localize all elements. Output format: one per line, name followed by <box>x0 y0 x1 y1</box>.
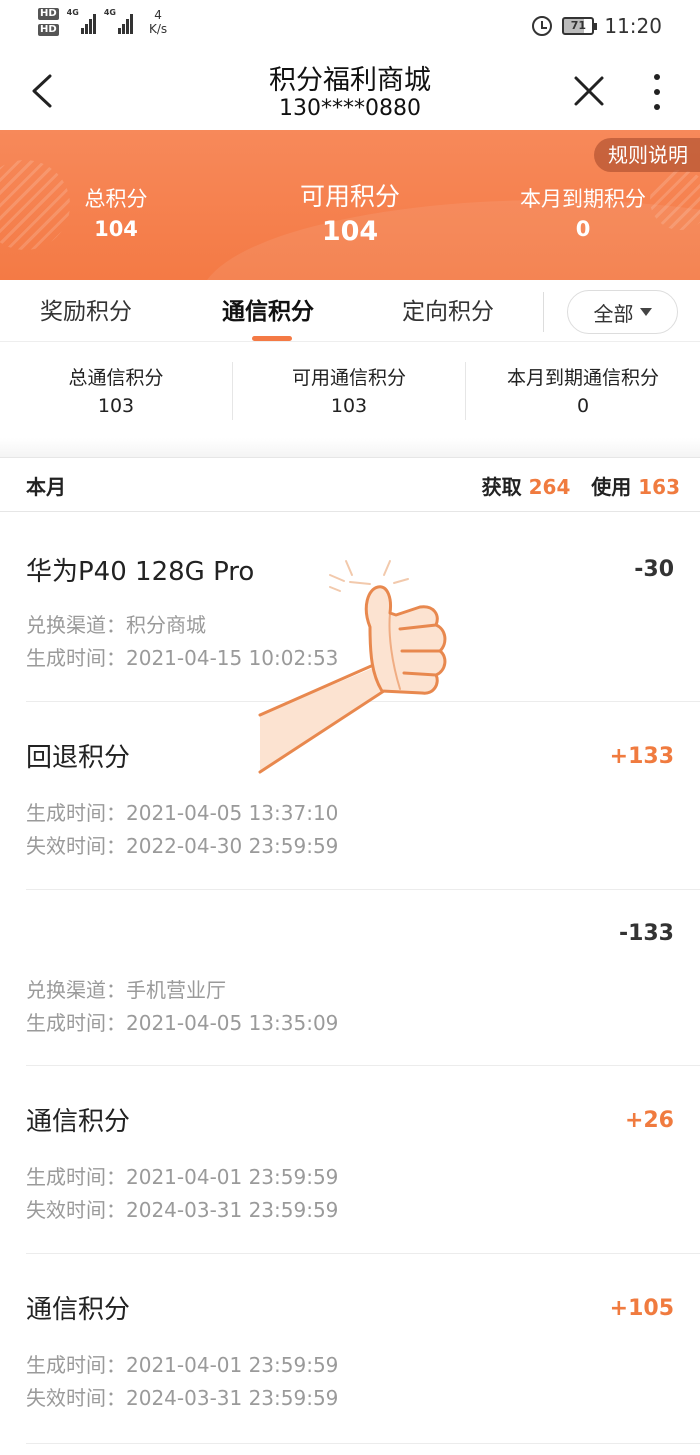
total-points-value: 104 <box>94 217 138 241</box>
speed-unit: K/s <box>148 22 168 36</box>
use-label: 使用 <box>591 475 632 499</box>
expiring-points-value: 0 <box>575 217 591 241</box>
tab-reward-points[interactable]: 奖励积分 <box>40 292 132 326</box>
available-telecom-label: 可用通信积分 <box>291 367 406 389</box>
network-type-1: 4G <box>66 8 79 17</box>
month-summary: 获取 264 使用 163 <box>482 471 680 500</box>
clock: 11:20 <box>604 14 662 38</box>
hd-badge-2: HD <box>38 24 59 36</box>
available-telecom-value: 103 <box>330 395 368 417</box>
record-amount: +133 <box>609 744 674 769</box>
list-item[interactable]: -133 兑换渠道：手机营业厅 生成时间：2021-04-05 13:35:09 <box>0 890 700 1066</box>
expiring-points: 本月到期积分 0 <box>500 184 666 244</box>
section-gap <box>0 438 700 458</box>
expiring-telecom-points: 本月到期通信积分 0 <box>466 364 700 420</box>
status-right: 71 11:20 <box>532 14 662 38</box>
speed-value: 4 <box>154 8 162 22</box>
available-points-label: 可用积分 <box>299 182 400 211</box>
hd-badge-1: HD <box>38 8 59 20</box>
caret-down-icon <box>639 308 652 316</box>
rules-button[interactable]: 规则说明 <box>594 138 700 172</box>
record-line-1: 兑换渠道：积分商城 <box>26 613 206 637</box>
signal-icon-2: 4G <box>104 8 133 34</box>
record-title: 通信积分 <box>26 1295 131 1325</box>
tab-divider <box>543 292 544 332</box>
points-banner: 规则说明 总积分 104 可用积分 104 本月到期积分 0 <box>0 130 700 280</box>
close-icon[interactable] <box>572 74 606 108</box>
earn-label: 获取 <box>481 475 522 499</box>
hd-indicators: HD HD <box>38 8 59 36</box>
filter-dropdown[interactable]: 全部 <box>567 290 678 334</box>
total-telecom-points: 总通信积分 103 <box>0 364 232 420</box>
total-points-label: 总积分 <box>84 187 148 211</box>
record-amount: -133 <box>618 921 674 946</box>
expiring-telecom-label: 本月到期通信积分 <box>506 367 659 389</box>
record-title: 华为P40 128G Pro <box>26 557 255 587</box>
list-item[interactable]: 通信积分 +26 生成时间：2021-04-01 23:59:59 失效时间：2… <box>0 1066 700 1254</box>
month-header: 本月 获取 264 使用 163 <box>0 458 700 512</box>
total-telecom-label: 总通信积分 <box>68 367 164 389</box>
use-value: 163 <box>638 475 680 499</box>
month-label: 本月 <box>26 475 66 499</box>
available-points: 可用积分 104 <box>270 180 430 250</box>
available-telecom-points: 可用通信积分 103 <box>233 364 465 420</box>
banner-stripe-left <box>0 160 70 250</box>
network-speed: 4 K/s <box>149 8 167 36</box>
record-line-2: 失效时间：2024-03-31 23:59:59 <box>26 1198 339 1222</box>
nav-bar: 积分福利商城 130****0880 <box>0 52 700 130</box>
total-telecom-value: 103 <box>97 395 135 417</box>
filter-label: 全部 <box>593 301 634 326</box>
more-vertical-icon[interactable] <box>646 72 668 112</box>
record-amount: -30 <box>634 557 674 582</box>
available-points-value: 104 <box>321 216 379 247</box>
telecom-points-summary: 总通信积分 103 可用通信积分 103 本月到期通信积分 0 <box>0 342 700 442</box>
earn-value: 264 <box>528 475 571 499</box>
record-line-2: 失效时间：2022-04-30 23:59:59 <box>26 834 339 858</box>
status-left: HD HD 4G 4G 4 K/s <box>38 8 167 36</box>
record-title: 回退积分 <box>26 743 131 773</box>
record-line-1: 生成时间：2021-04-05 13:37:10 <box>26 801 339 825</box>
expiring-points-label: 本月到期积分 <box>520 187 646 211</box>
tab-telecom-points[interactable]: 通信积分 <box>222 292 314 326</box>
list-item[interactable]: 通信积分 +105 生成时间：2021-04-01 23:59:59 失效时间：… <box>0 1254 700 1444</box>
thumbs-up-icon <box>258 560 447 774</box>
record-amount: +26 <box>624 1108 674 1133</box>
signal-icon-1: 4G <box>67 8 96 34</box>
record-line-1: 生成时间：2021-04-01 23:59:59 <box>26 1165 339 1189</box>
expiring-telecom-value: 0 <box>576 395 590 417</box>
record-line-2: 生成时间：2021-04-05 13:35:09 <box>26 1011 339 1035</box>
record-line-1: 生成时间：2021-04-01 23:59:59 <box>26 1353 339 1377</box>
alarm-icon <box>532 16 553 36</box>
list-divider <box>26 1443 700 1444</box>
total-points: 总积分 104 <box>68 184 164 244</box>
active-tab-indicator <box>252 336 292 341</box>
battery-icon: 71 <box>562 17 598 35</box>
points-tabs: 奖励积分 通信积分 定向积分 全部 <box>0 280 700 342</box>
record-title: 通信积分 <box>26 1107 131 1137</box>
record-amount: +105 <box>609 1296 674 1321</box>
status-bar: HD HD 4G 4G 4 K/s 71 11:20 <box>0 0 700 52</box>
record-line-1: 兑换渠道：手机营业厅 <box>26 978 226 1002</box>
network-type-2: 4G <box>103 8 116 17</box>
record-line-2: 失效时间：2024-03-31 23:59:59 <box>26 1386 339 1410</box>
tab-targeted-points[interactable]: 定向积分 <box>402 292 494 326</box>
